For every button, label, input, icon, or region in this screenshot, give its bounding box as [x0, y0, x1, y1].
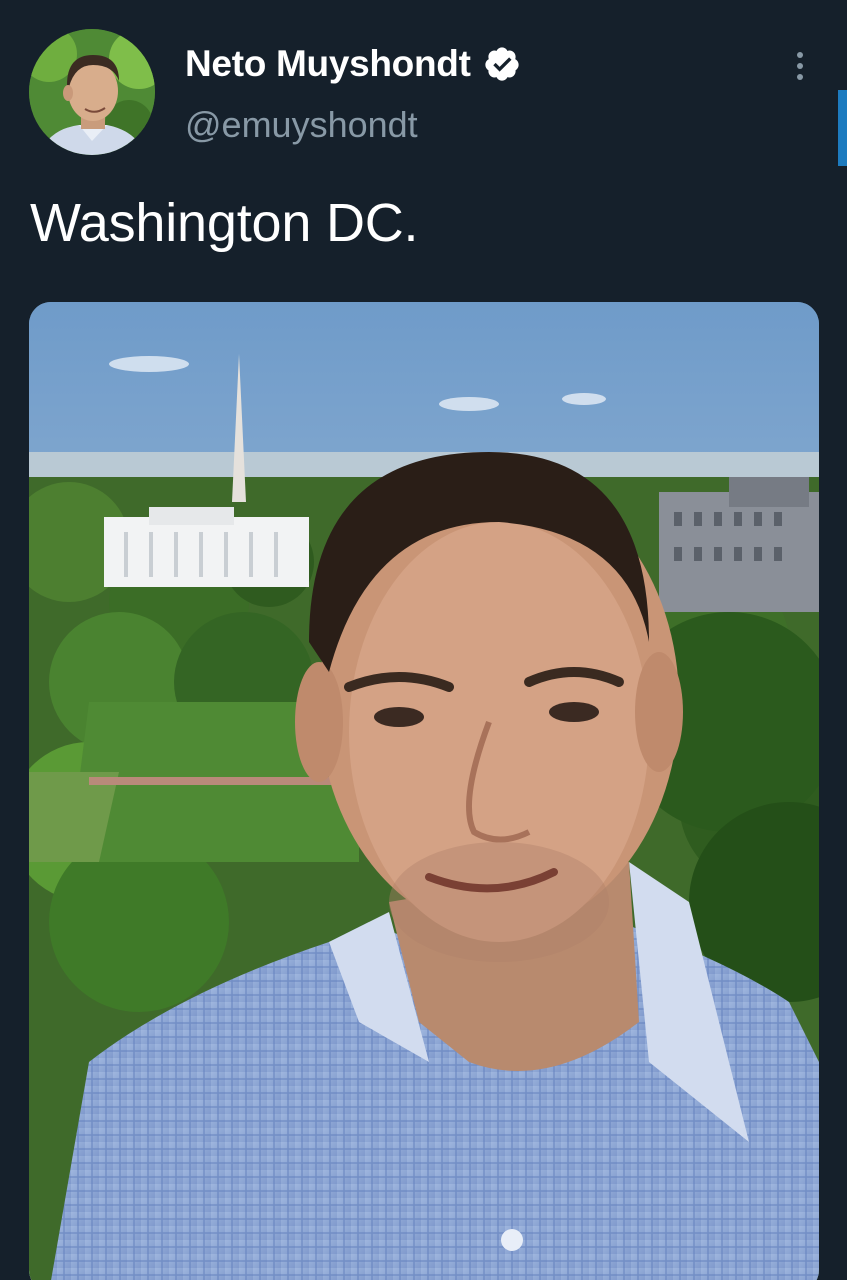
tweet-photo[interactable] [29, 302, 819, 1280]
more-options-button[interactable] [780, 44, 820, 88]
tweet-text: Washington DC. [30, 193, 419, 253]
more-vertical-icon-dot [797, 74, 803, 80]
tweet-header: Neto Muyshondt @emuyshondt [0, 0, 847, 170]
scroll-indicator [838, 90, 847, 166]
more-vertical-icon-dot [797, 52, 803, 58]
author-avatar[interactable] [29, 29, 155, 155]
avatar-photo [29, 29, 155, 155]
verified-badge-icon [483, 45, 521, 83]
more-vertical-icon-dot [797, 63, 803, 69]
author-handle[interactable]: @emuyshondt [185, 104, 418, 146]
author-name-row: Neto Muyshondt [185, 42, 521, 86]
selfie-photo [29, 302, 819, 1280]
author-display-name[interactable]: Neto Muyshondt [185, 43, 471, 85]
